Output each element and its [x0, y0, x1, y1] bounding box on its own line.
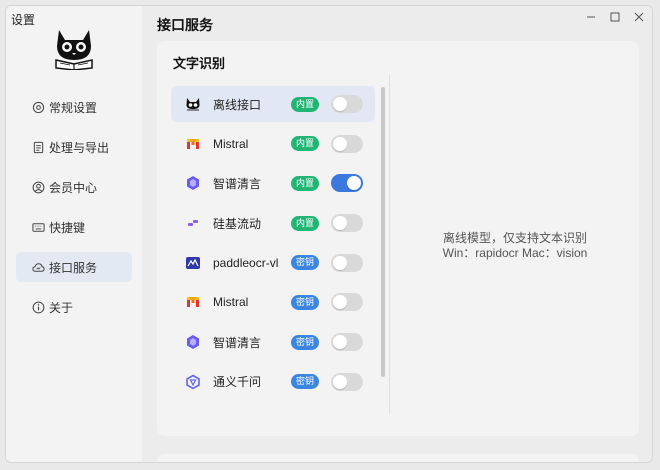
key-badge: 密钥 — [291, 374, 320, 390]
provider-row[interactable]: 通义千问 密钥 — [171, 364, 375, 400]
provider-name: paddleocr-vl — [213, 255, 279, 270]
mistral-icon — [184, 293, 202, 311]
siliconflow-icon — [184, 214, 202, 232]
cat-logo-icon — [184, 95, 202, 113]
enable-toggle[interactable] — [331, 333, 363, 352]
provider-row[interactable]: 智谱清言 内置 — [171, 165, 375, 201]
provider-row[interactable]: 硅基流动 内置 — [171, 205, 375, 241]
provider-name: Mistral — [213, 136, 249, 151]
maximize-icon[interactable] — [608, 10, 622, 24]
provider-row[interactable]: paddleocr-vl 密钥 — [171, 245, 375, 281]
ocr-card: 文字识别 离线接口 内置 Mistral 内置 智谱清言 内置 硅基流动 内置 … — [157, 41, 639, 436]
provider-row[interactable]: 智谱清言 密钥 — [171, 324, 375, 360]
document-icon — [32, 141, 45, 154]
provider-name: Mistral — [213, 295, 249, 310]
enable-toggle[interactable] — [331, 253, 363, 272]
zhipu-icon — [184, 333, 202, 351]
keyboard-icon — [32, 221, 45, 234]
cloud-icon — [32, 261, 45, 274]
sidebar-nav: 常规设置 处理与导出 会员中心 快捷键 接口服务 关于 — [16, 92, 132, 332]
enable-toggle[interactable] — [331, 293, 363, 312]
provider-row[interactable]: Mistral 内置 — [171, 126, 375, 162]
cat-logo-icon — [53, 26, 95, 71]
next-card — [157, 454, 639, 462]
sidebar-item-label: 会员中心 — [49, 180, 98, 195]
sidebar-item-label: 关于 — [49, 300, 74, 315]
enable-toggle[interactable] — [331, 214, 363, 233]
user-icon — [32, 181, 45, 194]
provider-list: 离线接口 内置 Mistral 内置 智谱清言 内置 硅基流动 内置 paddl… — [171, 86, 375, 404]
sidebar-item-membership[interactable]: 会员中心 — [16, 172, 132, 202]
section-title: 文字识别 — [173, 56, 226, 71]
sidebar-item-label: 常规设置 — [49, 100, 98, 115]
key-badge: 密钥 — [291, 334, 320, 350]
provider-row[interactable]: 离线接口 内置 — [171, 86, 375, 122]
key-badge: 密钥 — [291, 255, 320, 271]
paddleocr-icon — [184, 254, 202, 272]
provider-name: 智谱清言 — [213, 335, 262, 350]
builtin-badge: 内置 — [291, 136, 320, 152]
enable-toggle[interactable] — [331, 174, 363, 193]
sidebar: 设置 常规设置 处理与导出 会员中心 快捷键 接口服务 关于 — [6, 6, 142, 462]
window-controls — [584, 10, 646, 24]
main-panel: 接口服务 文字识别 离线接口 内置 Mistral 内置 智谱清言 内置 硅基流… — [142, 6, 652, 462]
sidebar-item-general[interactable]: 常规设置 — [16, 92, 132, 122]
close-icon[interactable] — [632, 10, 646, 24]
key-badge: 密钥 — [291, 294, 320, 310]
enable-toggle[interactable] — [331, 95, 363, 113]
builtin-badge: 内置 — [291, 96, 320, 112]
provider-list-scrollbar[interactable] — [381, 87, 385, 377]
qwen-icon — [184, 373, 202, 391]
provider-name: 通义千问 — [213, 375, 262, 390]
enable-toggle[interactable] — [331, 372, 363, 391]
provider-name: 硅基流动 — [213, 216, 262, 231]
enable-toggle[interactable] — [331, 134, 363, 153]
gear-icon — [32, 101, 45, 114]
detail-line-description: 离线模型，仅支持文本识别 — [442, 231, 587, 245]
detail-line-engines: Win：rapidocr Mac：vision — [442, 246, 588, 260]
sidebar-item-label: 接口服务 — [49, 260, 98, 275]
settings-window: 设置 常规设置 处理与导出 会员中心 快捷键 接口服务 关于 接口服务 文字识别… — [5, 5, 653, 463]
window-title: 设置 — [11, 13, 36, 27]
info-icon — [32, 301, 45, 314]
provider-detail: 离线模型，仅支持文本识别 Win：rapidocr Mac：vision — [391, 231, 639, 261]
minimize-icon[interactable] — [584, 10, 598, 24]
builtin-badge: 内置 — [291, 215, 320, 231]
page-title: 接口服务 — [157, 17, 213, 33]
provider-name: 智谱清言 — [213, 176, 262, 191]
mistral-icon — [184, 135, 202, 153]
sidebar-item-api-services[interactable]: 接口服务 — [16, 252, 132, 282]
zhipu-icon — [184, 174, 202, 192]
sidebar-item-about[interactable]: 关于 — [16, 292, 132, 322]
sidebar-item-processing[interactable]: 处理与导出 — [16, 132, 132, 162]
provider-row[interactable]: Mistral 密钥 — [171, 284, 375, 320]
sidebar-item-label: 快捷键 — [49, 220, 86, 235]
builtin-badge: 内置 — [291, 175, 320, 191]
sidebar-item-label: 处理与导出 — [49, 140, 110, 155]
provider-name: 离线接口 — [213, 97, 262, 112]
sidebar-item-shortcuts[interactable]: 快捷键 — [16, 212, 132, 242]
panel-divider — [389, 75, 390, 415]
